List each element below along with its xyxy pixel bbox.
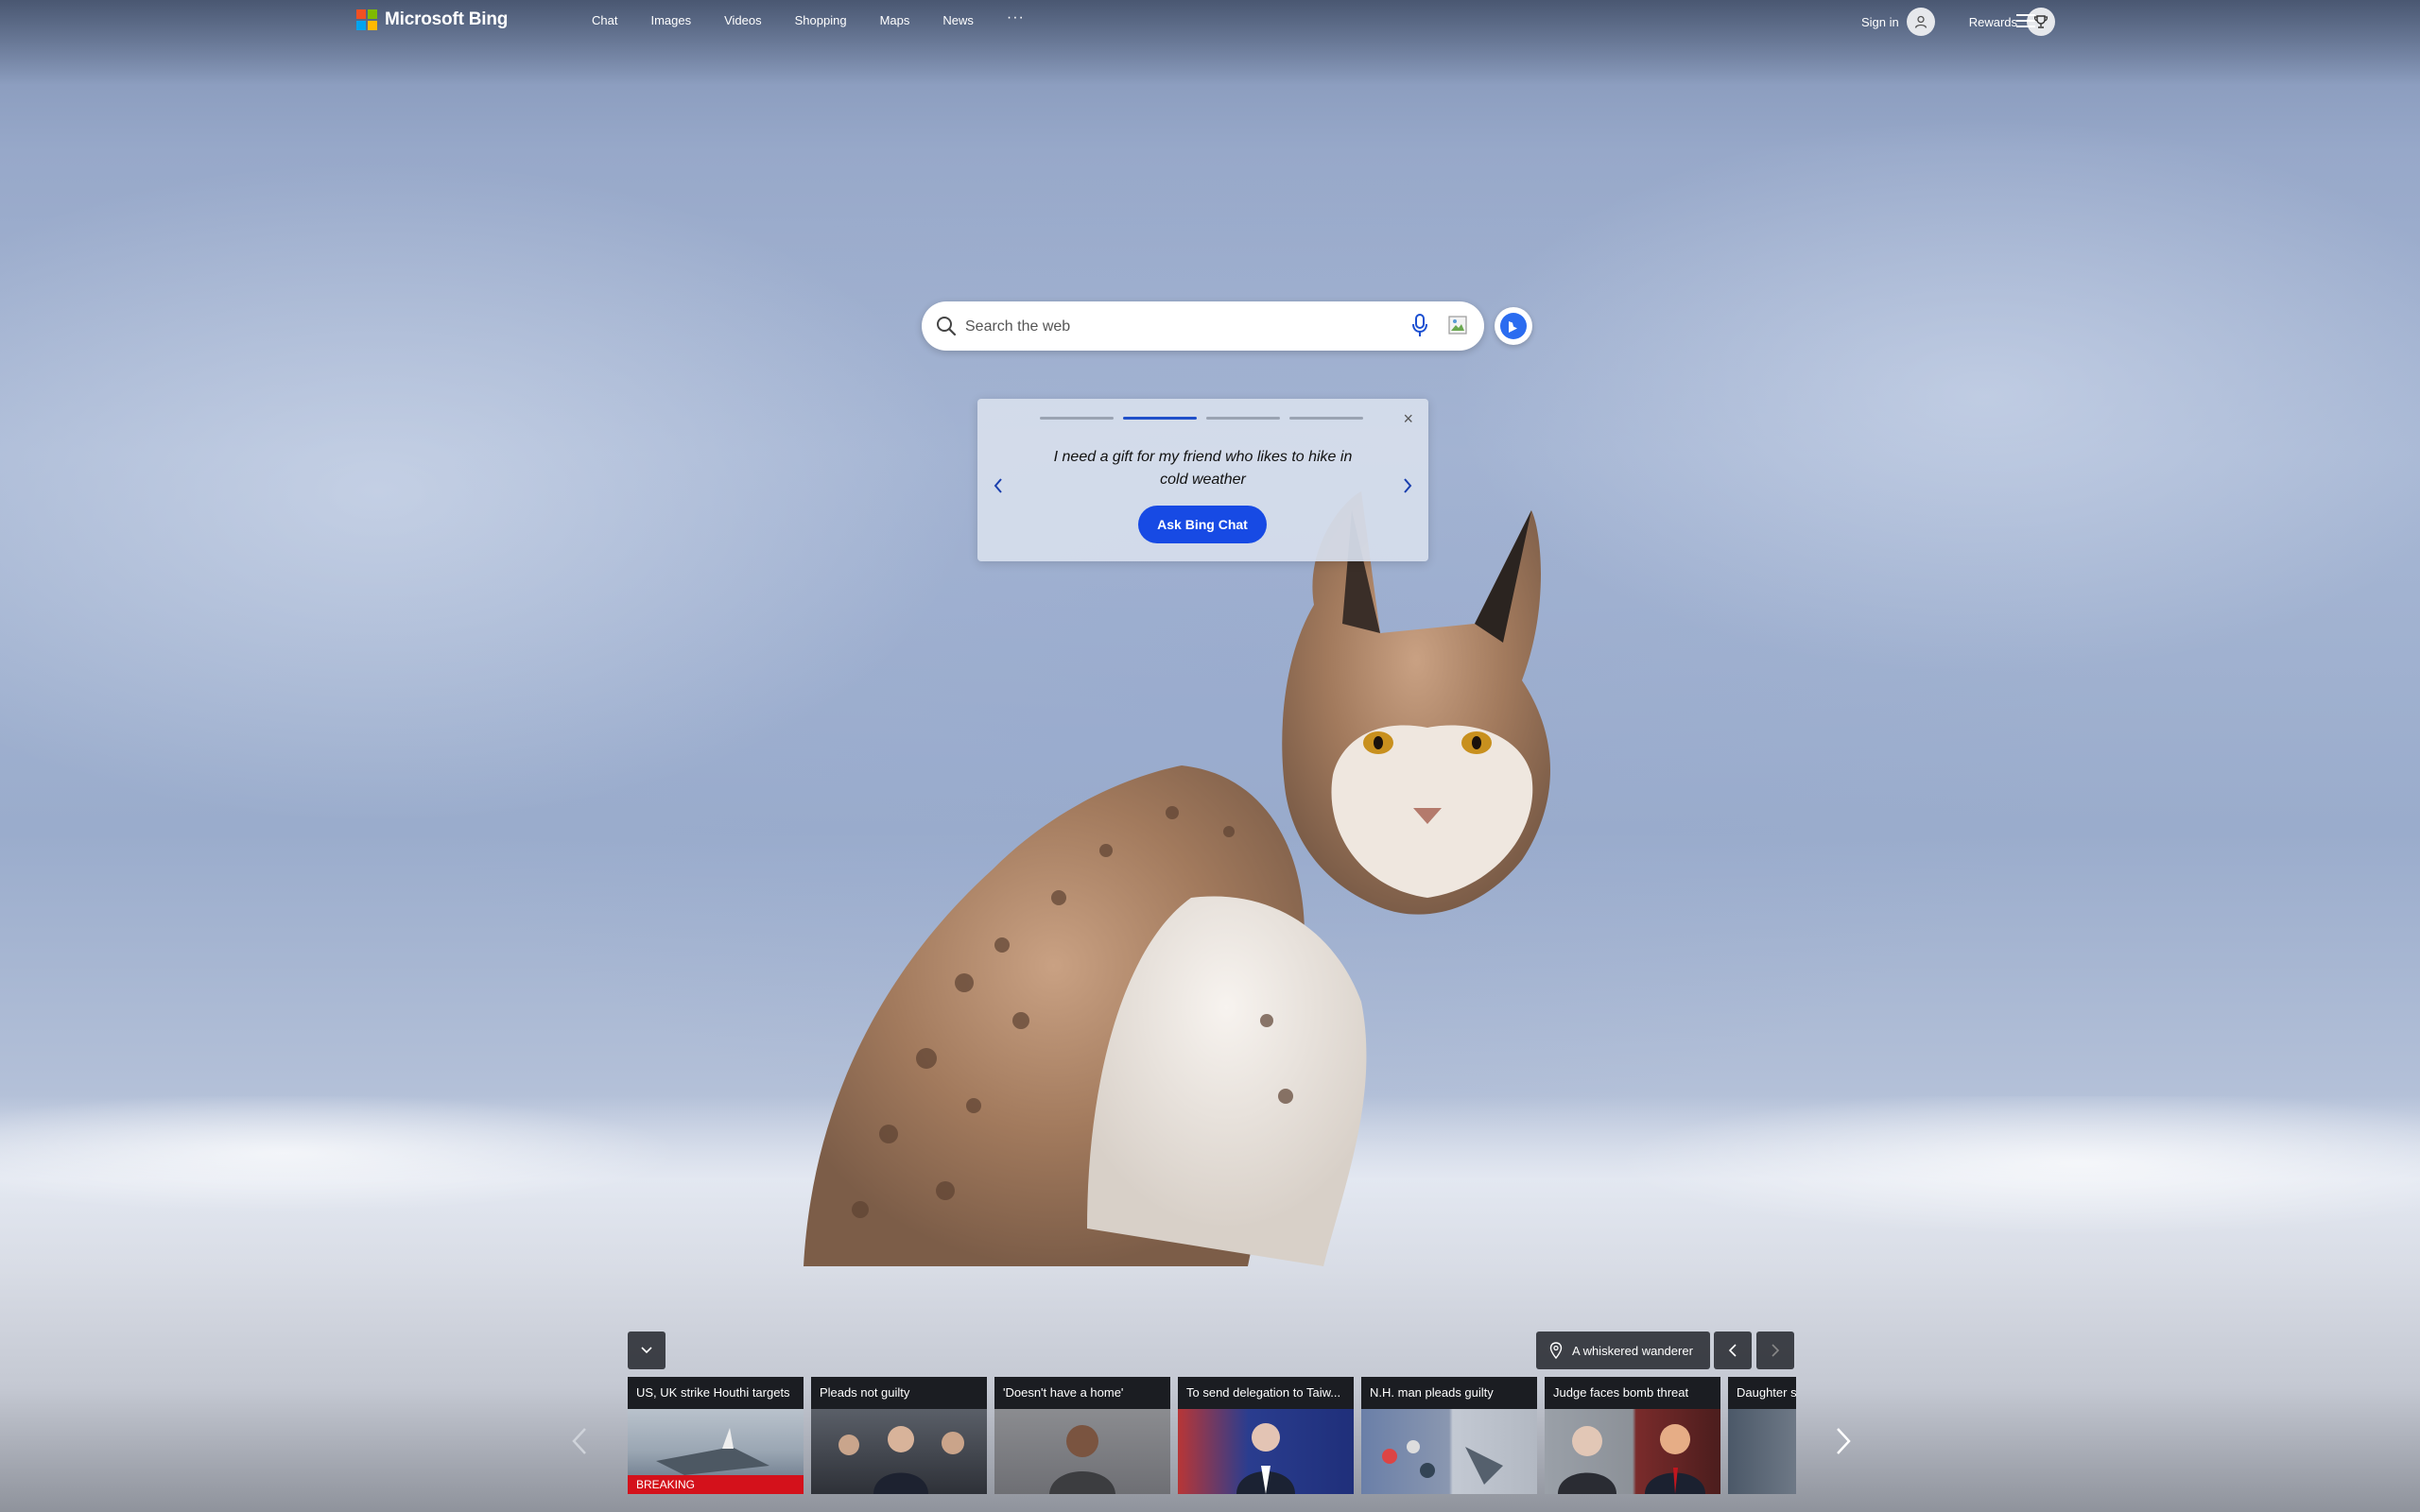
news-title: Pleads not guilty <box>820 1385 910 1400</box>
bing-chat-button[interactable] <box>1495 307 1532 345</box>
news-next-arrow-icon[interactable] <box>1835 1427 1852 1455</box>
nav-news[interactable]: News <box>942 13 974 27</box>
collapse-button[interactable] <box>628 1332 666 1369</box>
search-icon <box>937 317 957 336</box>
nav-shopping[interactable]: Shopping <box>795 13 847 27</box>
suggestion-prompt: I need a gift for my friend who likes to… <box>1053 449 1353 488</box>
rewards-link[interactable]: Rewards <box>1969 15 2017 29</box>
background-image <box>0 0 2420 1512</box>
avatar-icon[interactable] <box>1906 8 1935 36</box>
news-tile[interactable]: Judge faces bomb threat <box>1545 1377 1720 1494</box>
microsoft-logo-icon <box>356 9 377 30</box>
top-header: Microsoft Bing Chat Images Videos Shoppi… <box>0 0 2420 45</box>
news-thumbnail <box>1178 1409 1354 1494</box>
news-title: To send delegation to Taiw... <box>1186 1385 1341 1400</box>
chevron-right-icon[interactable] <box>1402 476 1413 495</box>
chevron-left-icon <box>1728 1344 1737 1357</box>
nav-maps[interactable]: Maps <box>880 13 910 27</box>
news-tile[interactable]: To send delegation to Taiw... <box>1178 1377 1354 1494</box>
news-title: Judge faces bomb threat <box>1553 1385 1689 1400</box>
search-input[interactable] <box>963 311 1383 343</box>
nav-more-button[interactable]: ··· <box>1007 10 1025 27</box>
news-title: Daughter s <box>1737 1385 1796 1400</box>
news-tile[interactable]: Daughter s <box>1728 1377 1796 1494</box>
bing-chat-icon <box>1500 313 1527 339</box>
chevron-down-icon <box>641 1347 652 1354</box>
progress-segment-2[interactable] <box>1123 417 1197 420</box>
chat-suggestion-card: × I need a gift for my friend who likes … <box>977 399 1428 561</box>
close-icon[interactable]: × <box>1403 410 1413 427</box>
breaking-badge: BREAKING <box>628 1475 804 1494</box>
chevron-left-icon[interactable] <box>993 476 1004 495</box>
next-image-button[interactable] <box>1756 1332 1794 1369</box>
news-tile[interactable]: Pleads not guilty <box>811 1377 987 1494</box>
progress-segment-4[interactable] <box>1289 417 1363 420</box>
image-title: A whiskered wanderer <box>1572 1343 1693 1358</box>
news-title: US, UK strike Houthi targets <box>636 1385 790 1400</box>
previous-image-button[interactable] <box>1714 1332 1752 1369</box>
news-thumbnail <box>811 1409 987 1494</box>
nav-videos[interactable]: Videos <box>724 13 762 27</box>
brand-name: Microsoft Bing <box>385 9 509 29</box>
nav-images[interactable]: Images <box>650 13 691 27</box>
image-info-button[interactable]: A whiskered wanderer <box>1536 1332 1710 1369</box>
progress-segment-3[interactable] <box>1206 417 1280 420</box>
news-carousel: US, UK strike Houthi targets BREAKING Pl… <box>628 1377 1796 1494</box>
progress-segment-1[interactable] <box>1040 417 1114 420</box>
chevron-right-icon <box>1772 1344 1780 1357</box>
news-tile[interactable]: N.H. man pleads guilty <box>1361 1377 1537 1494</box>
lynx-illustration <box>804 491 1550 1266</box>
news-title: N.H. man pleads guilty <box>1370 1385 1494 1400</box>
search-box <box>922 301 1484 351</box>
news-prev-arrow-icon[interactable] <box>571 1427 588 1455</box>
news-tile[interactable]: US, UK strike Houthi targets BREAKING <box>628 1377 804 1494</box>
visual-search-icon[interactable] <box>1447 315 1468 335</box>
bing-logo[interactable]: Microsoft Bing <box>356 9 508 30</box>
sign-in-link[interactable]: Sign in <box>1861 15 1899 29</box>
news-title: 'Doesn't have a home' <box>1003 1385 1124 1400</box>
location-pin-icon <box>1549 1342 1563 1359</box>
suggestion-progress <box>1040 417 1363 420</box>
news-thumbnail <box>1361 1409 1537 1494</box>
news-tile[interactable]: 'Doesn't have a home' <box>994 1377 1170 1494</box>
top-nav: Chat Images Videos Shopping Maps News ··… <box>592 10 1058 28</box>
news-thumbnail <box>1728 1409 1796 1494</box>
menu-icon[interactable] <box>2016 14 2035 31</box>
microphone-icon[interactable] <box>1411 314 1428 338</box>
ask-bing-chat-button[interactable]: Ask Bing Chat <box>1138 506 1267 543</box>
news-thumbnail <box>994 1409 1170 1494</box>
news-thumbnail <box>1545 1409 1720 1494</box>
nav-chat[interactable]: Chat <box>592 13 617 27</box>
